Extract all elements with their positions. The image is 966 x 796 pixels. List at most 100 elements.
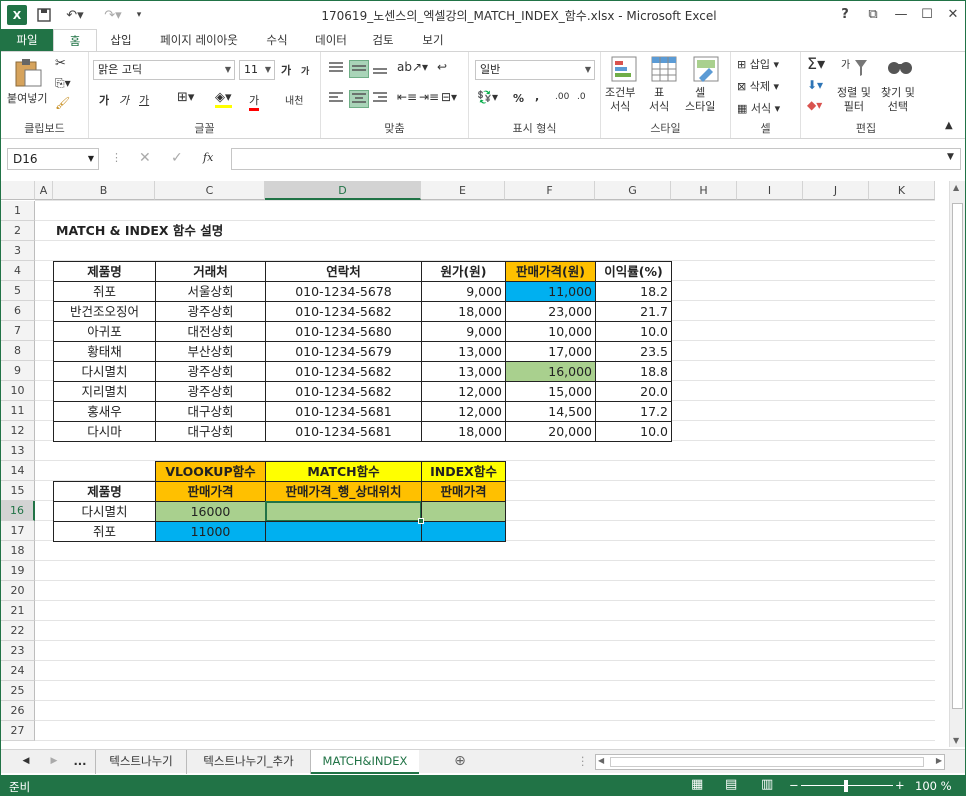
table-cell[interactable]: 16,000 [505, 361, 596, 382]
comma-style-button[interactable]: , [535, 90, 539, 103]
row-header-1[interactable]: 1 [1, 201, 35, 221]
prev-sheet-icon[interactable]: ◀ [19, 750, 33, 774]
active-cell-d16[interactable] [265, 501, 422, 522]
tab-home[interactable]: 홈 [53, 29, 97, 51]
font-name-select[interactable]: 맑은 고딕 ▼ [93, 60, 235, 80]
grow-font-button[interactable]: 가 [281, 62, 291, 78]
font-size-select[interactable]: 11 ▼ [239, 60, 275, 80]
column-header-j[interactable]: J [803, 181, 869, 200]
row-header-13[interactable]: 13 [1, 441, 35, 461]
zoom-thumb[interactable] [844, 780, 848, 792]
table-cell[interactable]: 광주상회 [155, 301, 266, 322]
column-header-h[interactable]: H [671, 181, 737, 200]
table-cell[interactable]: 대구상회 [155, 421, 266, 442]
autosum-icon[interactable]: Σ▾ [807, 54, 825, 73]
align-middle-icon[interactable] [349, 60, 369, 78]
conditional-format-button[interactable]: 조건부 서식 [605, 86, 635, 114]
column-header-b[interactable]: B [53, 181, 155, 200]
table-cell[interactable]: 광주상회 [155, 381, 266, 402]
formula-input[interactable] [231, 148, 961, 170]
vertical-scrollbar[interactable]: ▲ ▼ [949, 181, 965, 747]
row-header-4[interactable]: 4 [1, 261, 35, 281]
merge-center-icon[interactable]: ⊟▾ [441, 90, 457, 104]
row-header-23[interactable]: 23 [1, 641, 35, 661]
row-header-20[interactable]: 20 [1, 581, 35, 601]
table-cell[interactable]: 아귀포 [53, 321, 156, 342]
table-cell[interactable]: 9,000 [421, 281, 506, 302]
lookup-cell[interactable] [421, 501, 506, 522]
align-right-icon[interactable] [371, 90, 391, 108]
row-header-11[interactable]: 11 [1, 401, 35, 421]
table-header-cell[interactable]: 원가(원) [421, 261, 506, 282]
row-header-16[interactable]: 16 [1, 501, 35, 521]
table-cell[interactable]: 10.0 [595, 421, 672, 442]
table-header-cell[interactable]: 연락처 [265, 261, 422, 282]
table-cell[interactable]: 23.5 [595, 341, 672, 362]
row-header-3[interactable]: 3 [1, 241, 35, 261]
scroll-right-icon[interactable]: ▶ [936, 756, 942, 765]
tab-review[interactable]: 검토 [361, 29, 405, 51]
scroll-thumb[interactable] [952, 203, 963, 709]
sort-filter-button[interactable]: 정렬 및 필터 [837, 86, 871, 114]
undo-icon[interactable]: ↶▾ [61, 5, 89, 25]
close-button[interactable]: ✕ [941, 5, 965, 25]
page-break-view-icon[interactable]: ▥ [761, 777, 773, 792]
table-cell[interactable]: 010-1234-5678 [265, 281, 422, 302]
name-box[interactable]: D16 ▼ [7, 148, 99, 170]
table-cell[interactable]: 010-1234-5679 [265, 341, 422, 362]
table-cell[interactable]: 18.8 [595, 361, 672, 382]
table-cell[interactable]: 13,000 [421, 341, 506, 362]
row-header-15[interactable]: 15 [1, 481, 35, 501]
align-center-icon[interactable] [349, 90, 369, 108]
tab-insert[interactable]: 삽입 [101, 29, 141, 51]
table-cell[interactable]: 12,000 [421, 401, 506, 422]
table-cell[interactable]: 18,000 [421, 421, 506, 442]
find-select-button[interactable]: 찾기 및 선택 [881, 86, 915, 114]
orientation-icon[interactable]: ab↗▾ [397, 60, 428, 74]
tab-formulas[interactable]: 수식 [257, 29, 297, 51]
redo-icon[interactable]: ↷▾ [99, 5, 127, 25]
row-header-19[interactable]: 19 [1, 561, 35, 581]
normal-view-icon[interactable]: ▦ [691, 777, 703, 792]
lookup-subheader[interactable]: 판매가격 [155, 481, 266, 502]
delete-cells-button[interactable]: ⊠ 삭제 ▾ [737, 78, 779, 94]
row-header-27[interactable]: 27 [1, 721, 35, 741]
increase-decimal-button[interactable]: .00 [555, 92, 569, 102]
align-bottom-icon[interactable] [371, 60, 391, 78]
row-header-18[interactable]: 18 [1, 541, 35, 561]
table-cell[interactable]: 황태채 [53, 341, 156, 362]
collapse-ribbon-icon[interactable]: ▲ [945, 120, 953, 131]
add-sheet-icon[interactable]: ⊕ [451, 750, 469, 774]
cut-icon[interactable]: ✂ [55, 56, 66, 71]
table-cell[interactable]: 20.0 [595, 381, 672, 402]
bold-button[interactable]: 가 [99, 92, 109, 108]
qat-customize-icon[interactable]: ▾ [133, 5, 145, 25]
table-header-cell[interactable]: 제품명 [53, 261, 156, 282]
column-header-i[interactable]: I [737, 181, 803, 200]
zoom-level[interactable]: 100 % [915, 779, 952, 793]
table-cell[interactable]: 12,000 [421, 381, 506, 402]
tab-page-layout[interactable]: 페이지 레이아웃 [149, 29, 249, 51]
table-cell[interactable]: 쥐포 [53, 281, 156, 302]
cancel-icon[interactable]: ✕ [139, 150, 151, 166]
minimize-button[interactable]: — [889, 5, 913, 25]
cell-styles-button[interactable]: 셀 스타일 [685, 86, 715, 114]
row-header-10[interactable]: 10 [1, 381, 35, 401]
table-cell[interactable]: 대전상회 [155, 321, 266, 342]
hscroll-thumb[interactable] [610, 757, 924, 767]
table-cell[interactable]: 지리멸치 [53, 381, 156, 402]
column-header-k[interactable]: K [869, 181, 935, 200]
page-layout-view-icon[interactable]: ▤ [725, 777, 737, 792]
row-header-17[interactable]: 17 [1, 521, 35, 541]
border-icon[interactable]: ⊞▾ [177, 90, 194, 105]
accounting-format-icon[interactable]: 💱▾ [477, 90, 498, 104]
table-cell[interactable]: 010-1234-5682 [265, 361, 422, 382]
ribbon-display-button[interactable]: ⧉ [861, 5, 885, 25]
sheet-tab-match-index[interactable]: MATCH&INDEX [311, 750, 419, 774]
table-header-cell[interactable]: 이익률(%) [595, 261, 672, 282]
cell-styles-icon[interactable] [693, 56, 719, 85]
sort-filter-icon[interactable]: 가 [841, 56, 869, 83]
table-cell[interactable]: 광주상회 [155, 361, 266, 382]
percent-style-button[interactable]: % [513, 92, 524, 105]
format-painter-icon[interactable]: 🖌 [55, 96, 70, 110]
